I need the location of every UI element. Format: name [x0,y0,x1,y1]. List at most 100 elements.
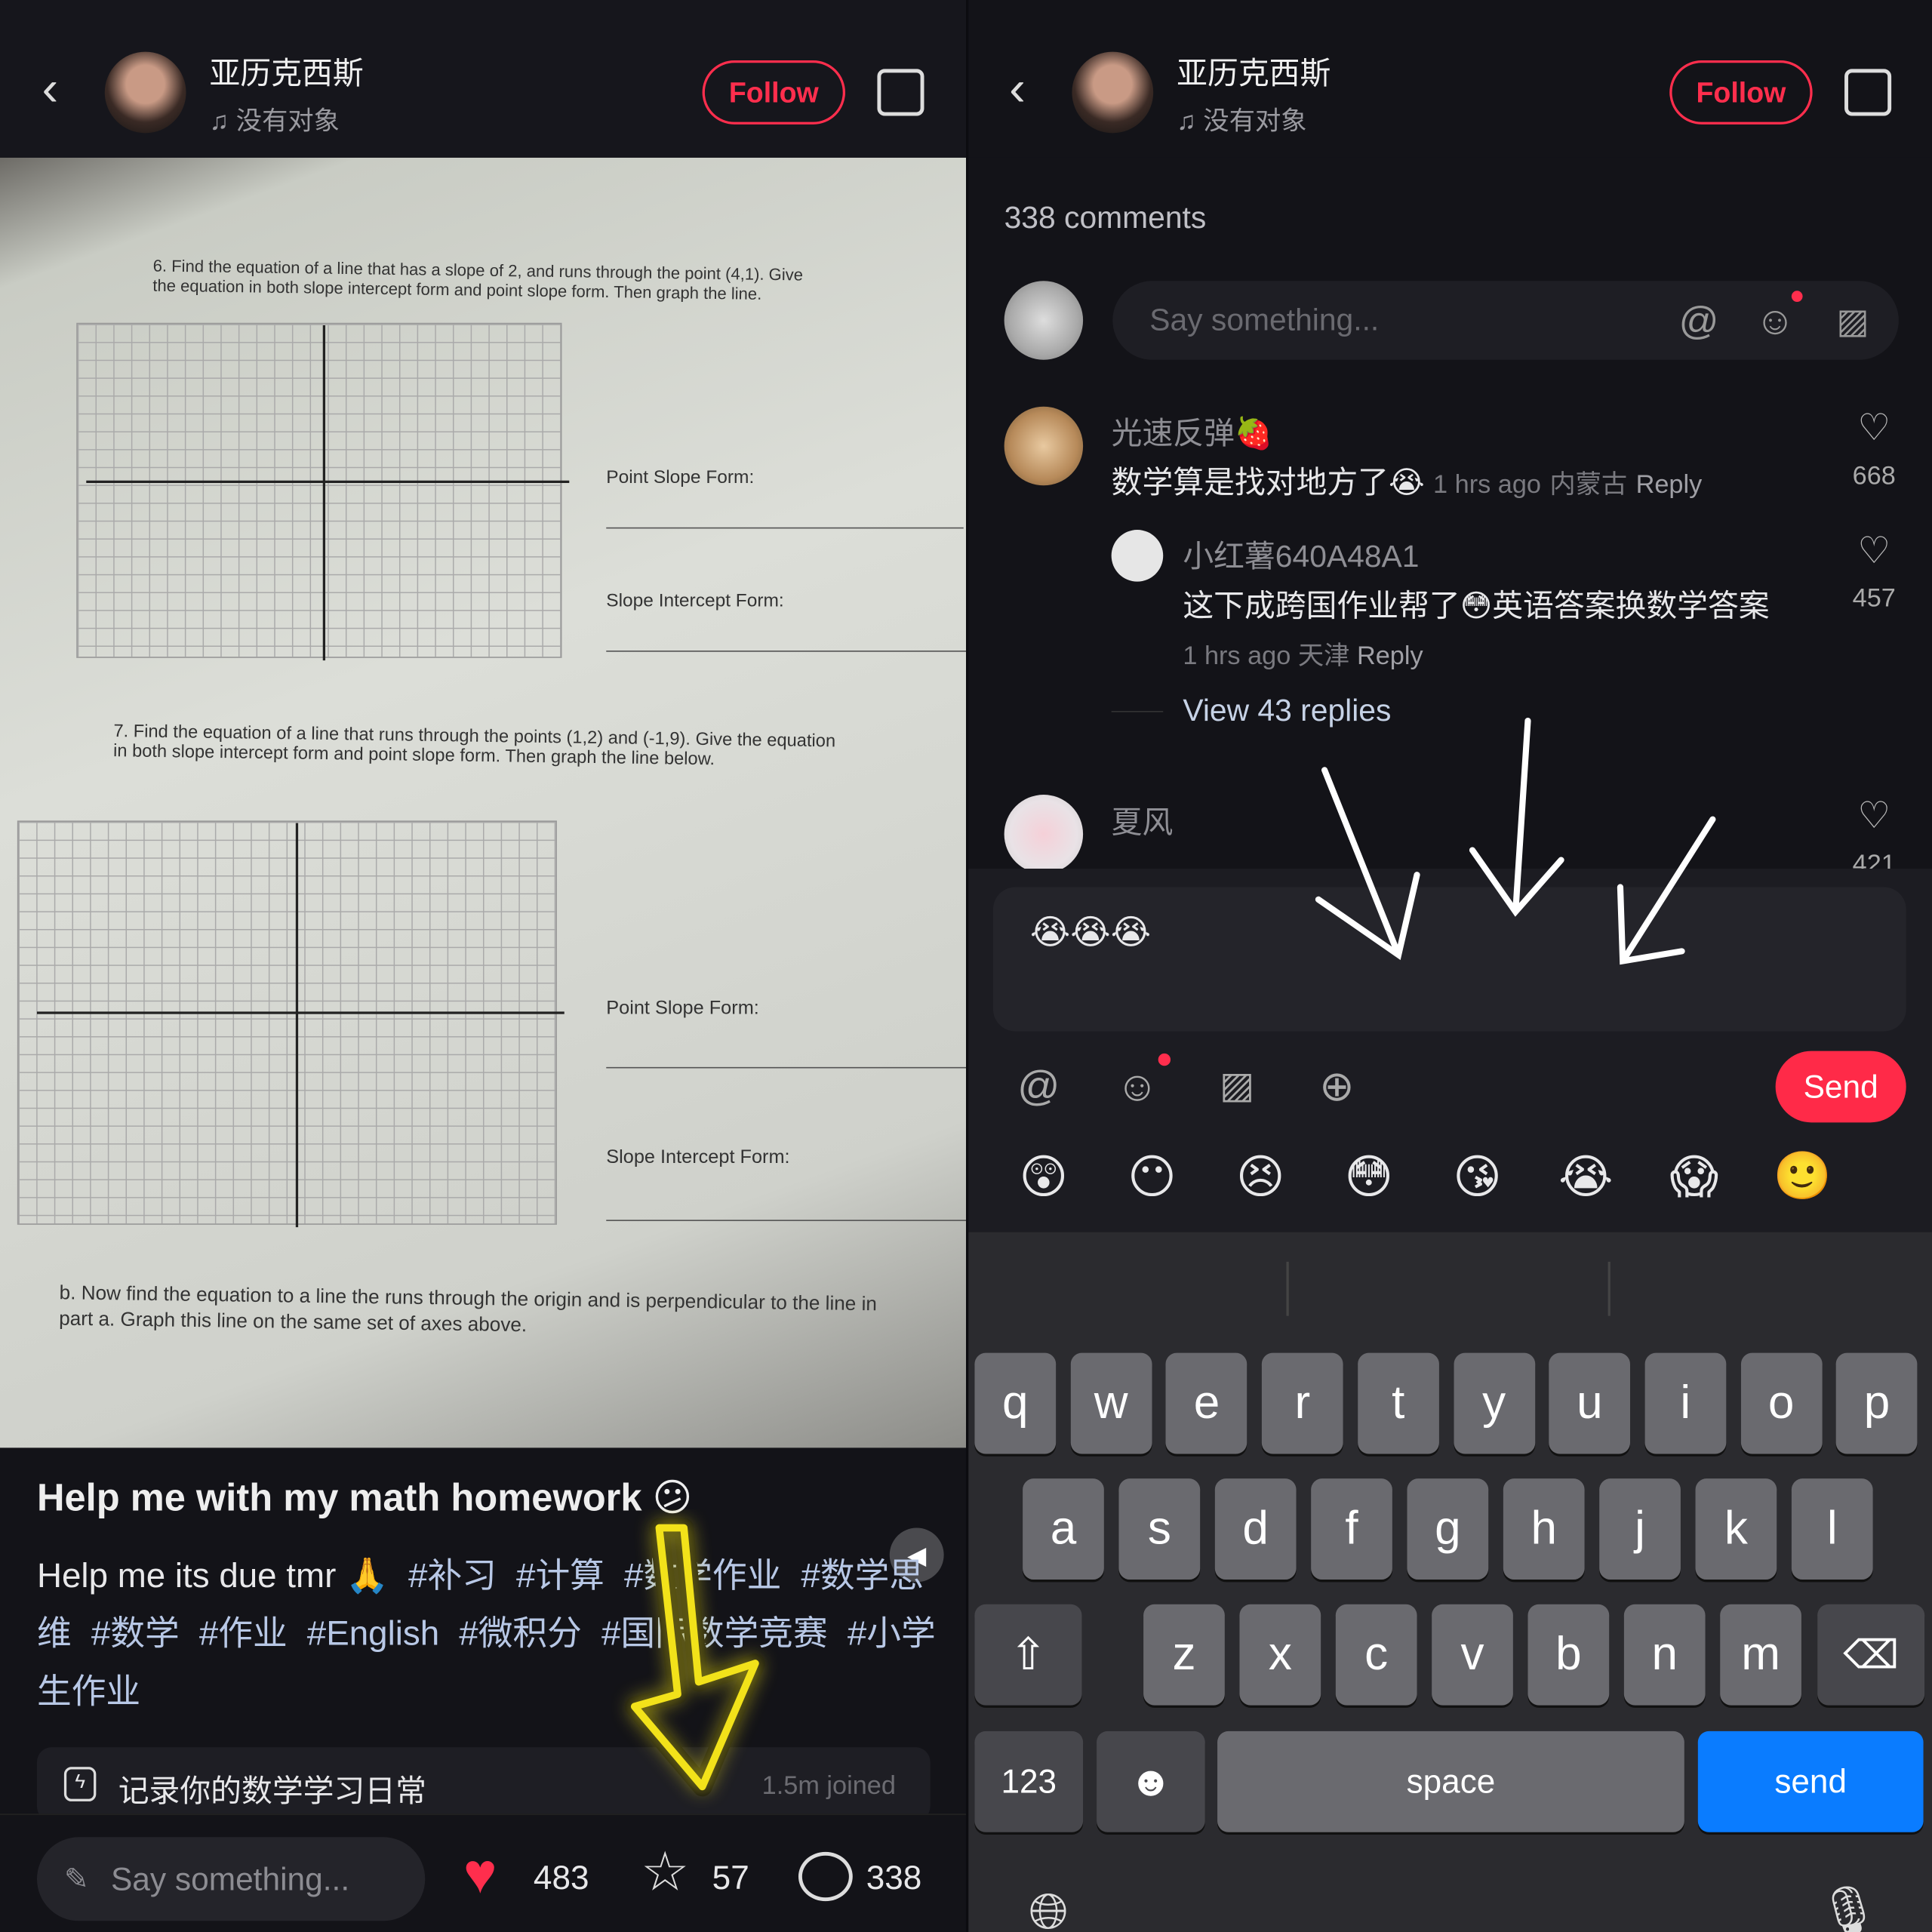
emoji-keyboard-key[interactable]: ☻ [1097,1730,1205,1832]
share-icon[interactable] [877,69,924,116]
commenter-name[interactable]: 小红薯640A48A1 [1183,532,1419,577]
heart-icon[interactable]: ♡ [1837,795,1911,838]
numbers-key[interactable]: 123 [974,1730,1084,1832]
comments-panel: ‹ 亚历克西斯 ♫ 没有对象 Follow 338 comments Say s… [967,0,1932,1932]
topic-banner[interactable]: ϟ 记录你的数学学习日常 1.5m joined [36,1747,931,1822]
commenter-avatar[interactable] [1004,795,1084,874]
sticker-emoji[interactable]: 😶 [1115,1149,1189,1204]
at-icon[interactable]: @ [1679,297,1719,343]
hashtag[interactable]: #English [307,1614,439,1653]
reply-link[interactable]: Reply [1636,471,1703,500]
key-l[interactable]: l [1791,1478,1873,1580]
backspace-key[interactable]: ⌫ [1817,1604,1925,1706]
key-w[interactable]: w [1070,1352,1152,1454]
post-action-bar: ✎ Say something... ♥ 483 ☆ 57 338 [0,1814,968,1932]
key-z[interactable]: z [1143,1604,1225,1706]
hashtag[interactable]: #微积分 [459,1614,582,1653]
globe-icon[interactable]: 🌐︎ [1029,1885,1068,1932]
commenter-avatar[interactable] [1111,530,1164,582]
sticker-emoji[interactable]: 😣 [1223,1149,1297,1204]
image-icon[interactable]: ▨ [1837,300,1869,341]
space-key[interactable]: space [1217,1730,1684,1832]
music-label: 没有对象 [1203,107,1307,136]
author-avatar[interactable] [1072,51,1154,134]
key-x[interactable]: x [1239,1604,1321,1706]
key-p[interactable]: p [1836,1352,1918,1454]
sticker-emoji[interactable]: 😳 [1332,1149,1406,1204]
topic-label: 记录你的数学学习日常 [118,1774,426,1809]
hashtag[interactable]: #作业 [199,1614,288,1653]
key-c[interactable]: c [1335,1604,1417,1706]
key-o[interactable]: o [1740,1352,1823,1454]
sticker-emoji[interactable]: 😲 [1007,1149,1081,1204]
key-u[interactable]: u [1549,1352,1631,1454]
emoji-icon[interactable]: ☺ [1755,297,1795,343]
like-heart-icon[interactable]: ♥ [463,1842,497,1904]
hashtag[interactable]: #计算 [516,1556,605,1595]
key-i[interactable]: i [1644,1352,1727,1454]
shift-key[interactable]: ⇧ [974,1604,1082,1706]
at-icon[interactable]: @ [1014,1062,1063,1111]
hashtag[interactable]: #补习 [408,1556,497,1595]
x-axis [36,1011,565,1014]
commenter-name[interactable]: 夏风 [1112,798,1174,843]
key-h[interactable]: h [1503,1478,1585,1580]
key-y[interactable]: y [1453,1352,1535,1454]
key-n[interactable]: n [1623,1604,1706,1706]
follow-button[interactable]: Follow [702,60,845,125]
comment-bubble-icon[interactable] [798,1851,853,1902]
commenter-avatar[interactable] [1004,406,1084,486]
microphone-icon[interactable]: 🎙︎ [1817,1883,1880,1932]
panel-divider [965,0,969,1932]
image-icon[interactable]: ▨ [1213,1062,1262,1111]
sticker-emoji[interactable]: 😘 [1441,1149,1515,1204]
heart-icon[interactable]: ♡ [1837,407,1911,450]
key-s[interactable]: s [1118,1478,1201,1580]
post-title: Help me with my math homework 😕 [36,1475,693,1520]
add-icon[interactable]: ⊕ [1312,1062,1361,1111]
author-name[interactable]: 亚历克西斯 [1177,49,1331,94]
sticker-emoji[interactable]: 😱 [1657,1149,1731,1204]
comment-input[interactable]: Say something... @ ☺ ▨ [1112,281,1899,360]
key-v[interactable]: v [1432,1604,1513,1706]
key-f[interactable]: f [1311,1478,1392,1580]
sticker-emoji[interactable]: 🙂 [1766,1149,1840,1204]
comment-count: 338 [866,1859,922,1897]
post-panel: ‹ 亚历克西斯 ♫ 没有对象 Follow 6. Find the equati… [0,0,968,1932]
key-m[interactable]: m [1720,1604,1801,1706]
back-icon[interactable]: ‹ [42,64,59,113]
comment-input[interactable]: ✎ Say something... [36,1837,426,1921]
sticker-emoji[interactable]: 😭 [1549,1149,1623,1204]
key-a[interactable]: a [1023,1478,1104,1580]
commenter-name[interactable]: 光速反弹🍓 [1112,409,1273,454]
key-e[interactable]: e [1166,1352,1247,1454]
share-icon[interactable] [1844,69,1892,116]
keyboard: ⇧ ⌫ 123 ☻ space send 🌐︎ 🎙︎ qwertyuiop asd… [967,1232,1932,1932]
back-icon[interactable]: ‹ [1009,64,1026,113]
key-d[interactable]: d [1214,1478,1297,1580]
post-photo[interactable]: 6. Find the equation of a line that has … [0,157,968,1583]
send-key[interactable]: send [1697,1730,1924,1832]
key-k[interactable]: k [1695,1478,1777,1580]
follow-button[interactable]: Follow [1669,60,1813,125]
slope-intercept-label-1: Slope Intercept Form: [606,590,784,611]
key-q[interactable]: q [974,1352,1057,1454]
comment-like-count: 668 [1852,462,1896,491]
key-j[interactable]: j [1599,1478,1681,1580]
key-r[interactable]: r [1261,1352,1343,1454]
draft-text: 😭😭😭 [1029,912,1152,952]
author-name[interactable]: 亚历克西斯 [210,49,364,94]
reply-link[interactable]: Reply [1357,642,1423,671]
heart-icon[interactable]: ♡ [1837,530,1911,573]
star-icon[interactable]: ☆ [641,1842,689,1904]
author-music: ♫ 没有对象 [210,101,340,138]
key-g[interactable]: g [1407,1478,1489,1580]
key-b[interactable]: b [1527,1604,1610,1706]
send-button[interactable]: Send [1775,1051,1906,1123]
emoji-icon[interactable]: ☺ [1112,1062,1161,1111]
key-t[interactable]: t [1357,1352,1439,1454]
yellow-arrow-annotation [624,1518,765,1797]
hashtag[interactable]: #数学 [91,1614,180,1653]
author-avatar[interactable] [104,51,186,134]
answer-line [606,1220,968,1221]
